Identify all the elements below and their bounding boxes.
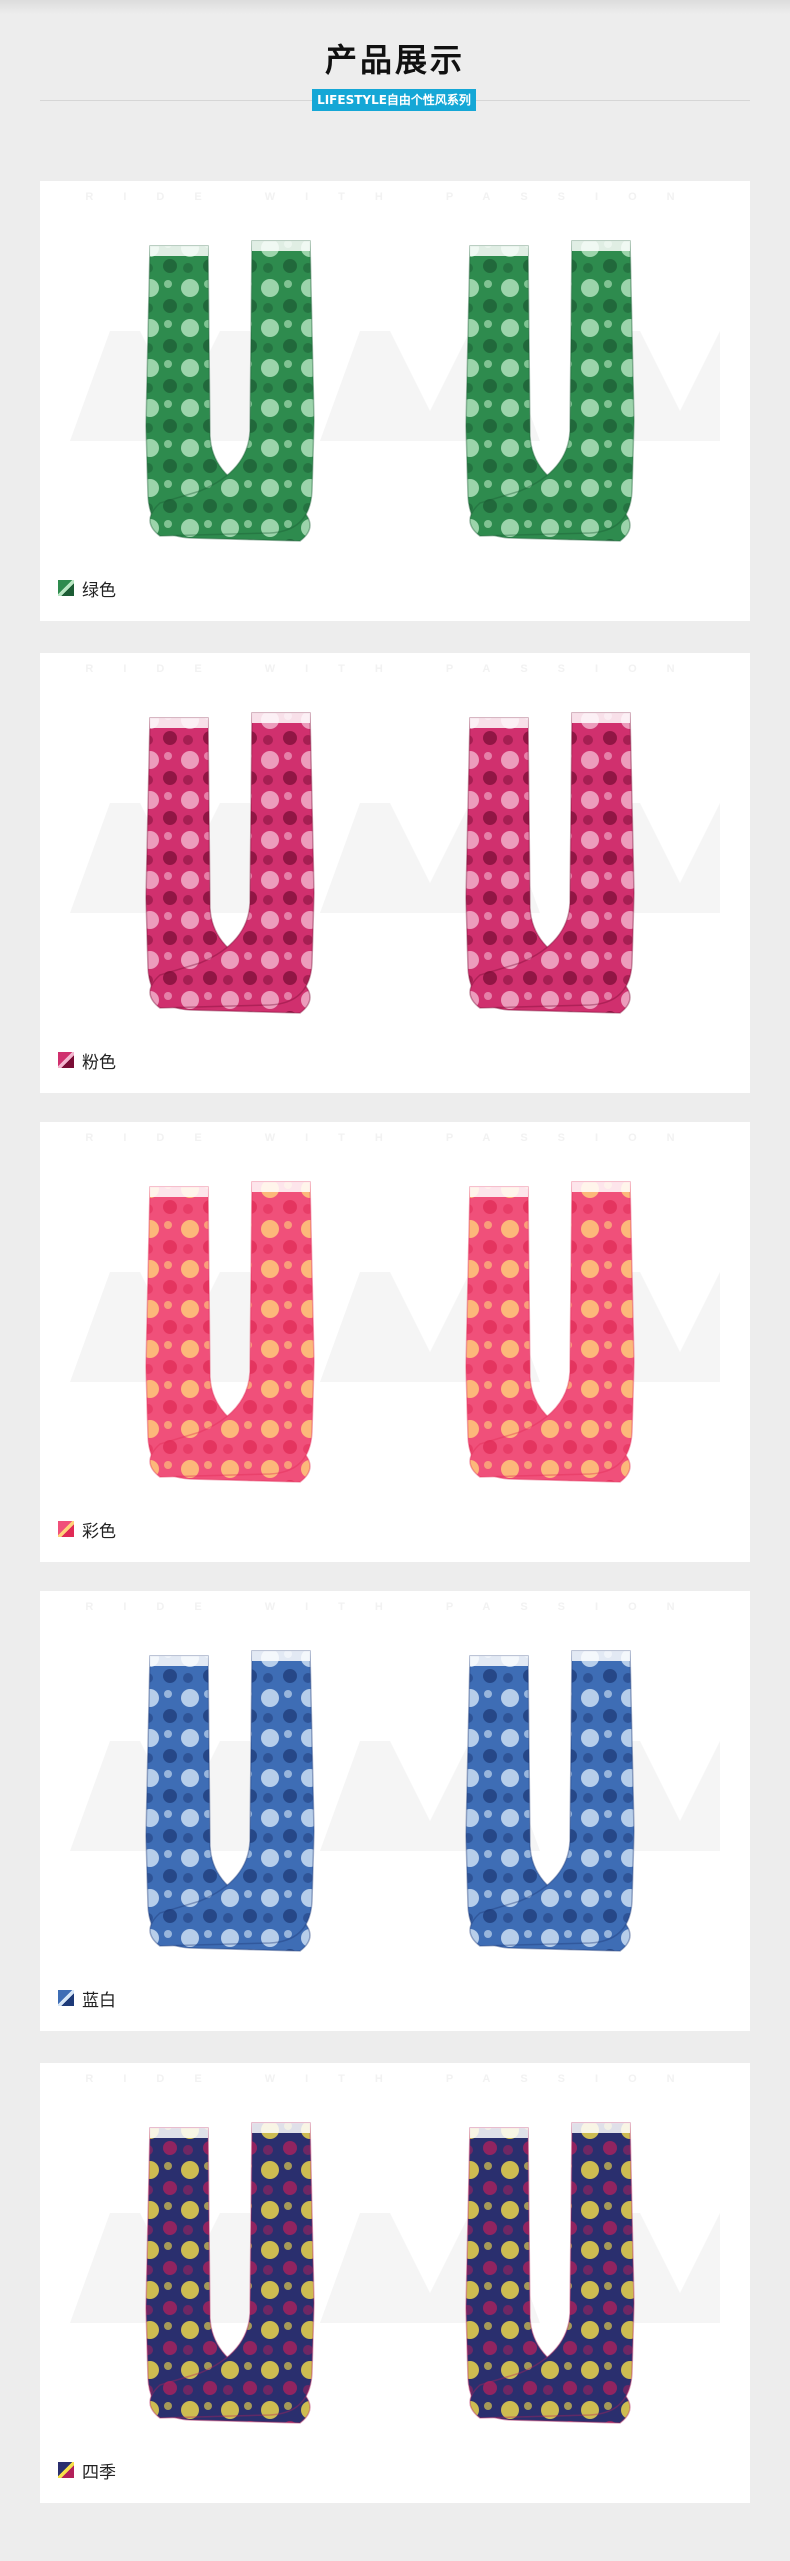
product-card: RIDE WITH PASSION 绿色 bbox=[40, 181, 750, 621]
page-title: 产品展示 bbox=[324, 41, 465, 79]
product-card: RIDE WITH PASSION 彩色 bbox=[40, 1122, 750, 1562]
color-swatch-icon bbox=[58, 1052, 74, 1068]
color-variant-label: 粉色 bbox=[58, 1048, 116, 1073]
color-variant-label: 蓝白 bbox=[58, 1986, 116, 2011]
color-swatch-icon bbox=[58, 1990, 74, 2006]
color-name: 绿色 bbox=[82, 580, 116, 601]
card-watermark: RIDE WITH PASSION bbox=[85, 1132, 705, 1144]
product-card: RIDE WITH PASSION 蓝白 bbox=[40, 1591, 750, 2031]
product-card: RIDE WITH PASSION 四季 bbox=[40, 2063, 750, 2503]
color-name: 粉色 bbox=[82, 1052, 116, 1073]
product-card: RIDE WITH PASSION 粉色 bbox=[40, 653, 750, 1093]
color-swatch-icon bbox=[58, 580, 74, 596]
color-name: 彩色 bbox=[82, 1521, 116, 1542]
section-header: 产品展示 bbox=[0, 40, 790, 80]
color-swatch-icon bbox=[58, 2462, 74, 2478]
card-watermark: RIDE WITH PASSION bbox=[85, 191, 705, 203]
color-name: 蓝白 bbox=[82, 1990, 116, 2011]
top-shade bbox=[0, 0, 790, 14]
subtitle-badge: LIFESTYLE自由个性风系列 bbox=[312, 89, 476, 111]
product-photo bbox=[145, 1650, 635, 1952]
card-watermark: RIDE WITH PASSION bbox=[85, 2073, 705, 2085]
color-variant-label: 四季 bbox=[58, 2458, 116, 2483]
color-variant-label: 绿色 bbox=[58, 576, 116, 601]
color-swatch-icon bbox=[58, 1521, 74, 1537]
product-photo bbox=[145, 712, 635, 1014]
card-watermark: RIDE WITH PASSION bbox=[85, 663, 705, 675]
color-variant-label: 彩色 bbox=[58, 1517, 116, 1542]
product-photo bbox=[145, 1181, 635, 1483]
product-photo bbox=[145, 2122, 635, 2424]
product-photo bbox=[145, 240, 635, 542]
card-watermark: RIDE WITH PASSION bbox=[85, 1601, 705, 1613]
color-name: 四季 bbox=[82, 2462, 116, 2483]
